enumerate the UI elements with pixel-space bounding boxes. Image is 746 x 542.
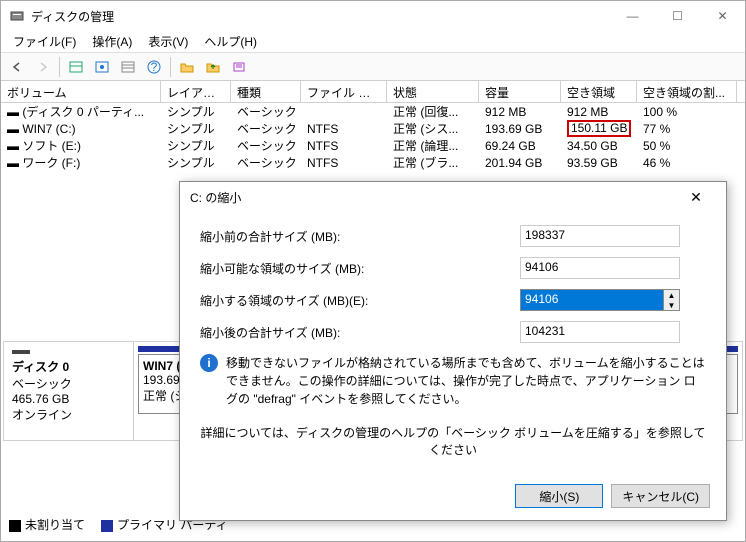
forward-button[interactable] [31, 56, 55, 78]
help-icon[interactable]: ? [142, 56, 166, 78]
list-icon[interactable] [227, 56, 251, 78]
close-button[interactable]: ✕ [700, 1, 745, 31]
available-size-label: 縮小可能な領域のサイズ (MB): [200, 260, 520, 277]
table-icon[interactable] [116, 56, 140, 78]
disk-status: オンライン [12, 406, 125, 423]
col-layout[interactable]: レイアウト [161, 81, 231, 102]
shrink-size-input[interactable]: 94106 ▲ ▼ [520, 289, 680, 311]
folder-up-icon[interactable] [201, 56, 225, 78]
svg-text:?: ? [151, 60, 158, 74]
dialog-title: C: の縮小 [190, 189, 676, 206]
volume-grid-body: ▬ (ディスク 0 パーティ...シンプルベーシック正常 (回復...912 M… [1, 103, 745, 171]
table-row[interactable]: ▬ ソフト (E:)シンプルベーシックNTFS正常 (論理...69.24 GB… [1, 137, 745, 154]
menu-action[interactable]: 操作(A) [84, 31, 140, 52]
shrink-button[interactable]: 縮小(S) [515, 484, 603, 508]
col-volume[interactable]: ボリューム [1, 81, 161, 102]
table-row[interactable]: ▬ WIN7 (C:)シンプルベーシックNTFS正常 (シス...193.69 … [1, 120, 745, 137]
col-filesystem[interactable]: ファイル システム [301, 81, 387, 102]
view-icon[interactable] [64, 56, 88, 78]
minimize-button[interactable]: ― [610, 1, 655, 31]
volume-grid-header: ボリューム レイアウト 種類 ファイル システム 状態 容量 空き領域 空き領域… [1, 81, 745, 103]
titlebar: ディスクの管理 ― ☐ ✕ [1, 1, 745, 31]
col-freepct[interactable]: 空き領域の割... [637, 81, 737, 102]
info-text: 移動できないファイルが格納されている場所までも含めて、ボリュームを縮小することは… [226, 354, 706, 408]
spin-up-icon[interactable]: ▲ [664, 290, 679, 300]
col-type[interactable]: 種類 [231, 81, 301, 102]
back-button[interactable] [5, 56, 29, 78]
refresh-icon[interactable] [90, 56, 114, 78]
table-row[interactable]: ▬ ワーク (F:)シンプルベーシックNTFS正常 (ブラ...201.94 G… [1, 154, 745, 171]
disk-bar-icon [12, 350, 30, 354]
after-size-value: 104231 [520, 321, 680, 343]
dialog-close-button[interactable]: ✕ [676, 189, 716, 206]
menu-file[interactable]: ファイル(F) [5, 31, 84, 52]
legend-unallocated-swatch [9, 520, 21, 532]
folder-icon[interactable] [175, 56, 199, 78]
available-size-value: 94106 [520, 257, 680, 279]
shrink-size-value[interactable]: 94106 [521, 290, 663, 310]
toolbar: ? [1, 53, 745, 81]
disk-size: 465.76 GB [12, 392, 125, 406]
menubar: ファイル(F) 操作(A) 表示(V) ヘルプ(H) [1, 31, 745, 53]
col-status[interactable]: 状態 [387, 81, 479, 102]
legend-unallocated: 未割り当て [25, 518, 85, 532]
disk-label-box: ディスク 0 ベーシック 465.76 GB オンライン [4, 342, 134, 440]
maximize-button[interactable]: ☐ [655, 1, 700, 31]
shrink-dialog: C: の縮小 ✕ 縮小前の合計サイズ (MB): 198337 縮小可能な領域の… [179, 181, 727, 521]
disk-name: ディスク 0 [12, 358, 125, 375]
menu-help[interactable]: ヘルプ(H) [196, 31, 265, 52]
legend-primary-swatch [101, 520, 113, 532]
disk-management-window: ディスクの管理 ― ☐ ✕ ファイル(F) 操作(A) 表示(V) ヘルプ(H)… [0, 0, 746, 542]
before-size-value: 198337 [520, 225, 680, 247]
menu-view[interactable]: 表示(V) [140, 31, 196, 52]
col-free[interactable]: 空き領域 [561, 81, 637, 102]
col-capacity[interactable]: 容量 [479, 81, 561, 102]
info-icon: i [200, 354, 218, 372]
shrink-size-label: 縮小する領域のサイズ (MB)(E): [200, 292, 520, 309]
after-size-label: 縮小後の合計サイズ (MB): [200, 324, 520, 341]
spin-down-icon[interactable]: ▼ [664, 300, 679, 310]
dialog-titlebar: C: の縮小 ✕ [180, 182, 726, 212]
cancel-button[interactable]: キャンセル(C) [611, 484, 710, 508]
table-row[interactable]: ▬ (ディスク 0 パーティ...シンプルベーシック正常 (回復...912 M… [1, 103, 745, 120]
before-size-label: 縮小前の合計サイズ (MB): [200, 228, 520, 245]
more-info-text: 詳細については、ディスクの管理のヘルプの「ベーシック ボリュームを圧縮する」を参… [200, 424, 706, 458]
disk-type: ベーシック [12, 375, 125, 392]
app-icon [9, 8, 25, 24]
